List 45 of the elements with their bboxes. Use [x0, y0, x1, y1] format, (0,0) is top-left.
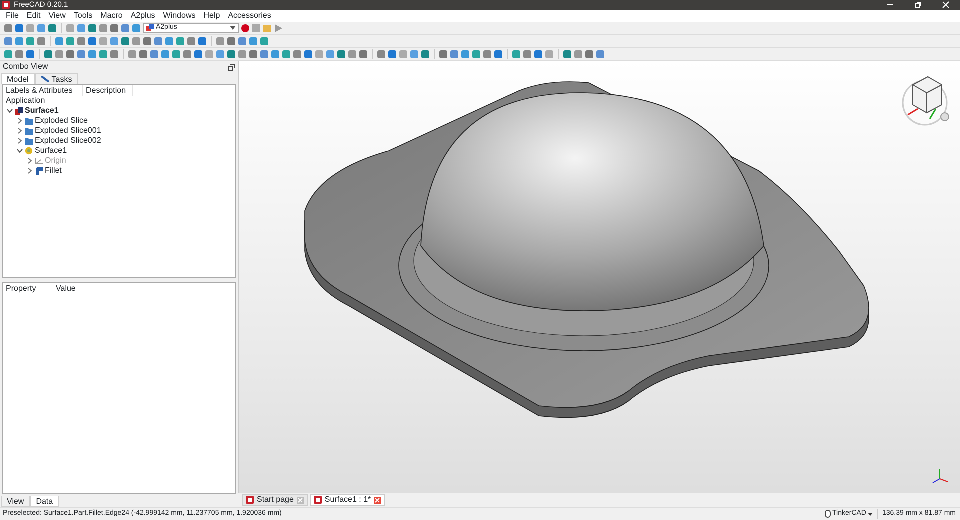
- menu-item[interactable]: File: [2, 10, 23, 22]
- axes-icon: [35, 157, 43, 165]
- menu-item[interactable]: Help: [200, 10, 224, 22]
- close-icon[interactable]: [942, 1, 950, 9]
- axis-triad-icon: [930, 467, 950, 485]
- pen-icon: [40, 76, 49, 82]
- tree-group-label: Application: [5, 96, 46, 106]
- fillet-icon: [35, 167, 43, 175]
- caret-icon: [868, 512, 874, 516]
- menu-item[interactable]: View: [44, 10, 70, 22]
- macro-editor-icon[interactable]: [263, 24, 272, 32]
- menu-item[interactable]: Accessories: [224, 10, 276, 22]
- panel-title: Combo View: [3, 61, 48, 73]
- panel-tab[interactable]: View: [1, 496, 30, 507]
- menu-item[interactable]: Tools: [70, 10, 97, 22]
- app-logo-icon: [246, 496, 254, 504]
- document-icon: [15, 107, 23, 115]
- tree-item[interactable]: Exploded Slice002: [35, 135, 102, 147]
- document-tab[interactable]: Start page: [242, 494, 308, 506]
- menu-item[interactable]: Windows: [159, 10, 200, 22]
- panel-tab[interactable]: Model: [1, 73, 35, 84]
- panel-tab[interactable]: Tasks: [34, 73, 78, 84]
- undock-icon[interactable]: [228, 64, 235, 70]
- tree-item[interactable]: Surface1: [35, 145, 68, 157]
- column-header: Value: [55, 283, 77, 294]
- caret-icon: [230, 26, 236, 30]
- tree-item[interactable]: Fillet: [45, 165, 62, 177]
- panel-tab[interactable]: Data: [30, 496, 60, 507]
- mouse-icon: [824, 510, 830, 518]
- restore-icon[interactable]: [914, 1, 922, 9]
- record-icon[interactable]: [241, 24, 250, 32]
- stop-icon[interactable]: [252, 24, 261, 32]
- menu-item[interactable]: Edit: [22, 10, 45, 22]
- menu-item[interactable]: A2plus: [126, 10, 160, 22]
- app-logo-icon: [314, 496, 322, 504]
- menu-item[interactable]: Macro: [96, 10, 127, 22]
- column-header: Labels & Attributes: [3, 85, 83, 96]
- tree-item[interactable]: Exploded Slice: [35, 115, 88, 127]
- workbench-icon: [146, 24, 154, 32]
- column-header: Property: [5, 283, 38, 294]
- column-header: Description: [83, 85, 133, 96]
- tree-item[interactable]: Surface1: [25, 105, 59, 117]
- document-tab[interactable]: Surface1 : 1*: [310, 494, 386, 506]
- tree-item[interactable]: Exploded Slice001: [35, 125, 102, 137]
- body-icon: [25, 147, 33, 155]
